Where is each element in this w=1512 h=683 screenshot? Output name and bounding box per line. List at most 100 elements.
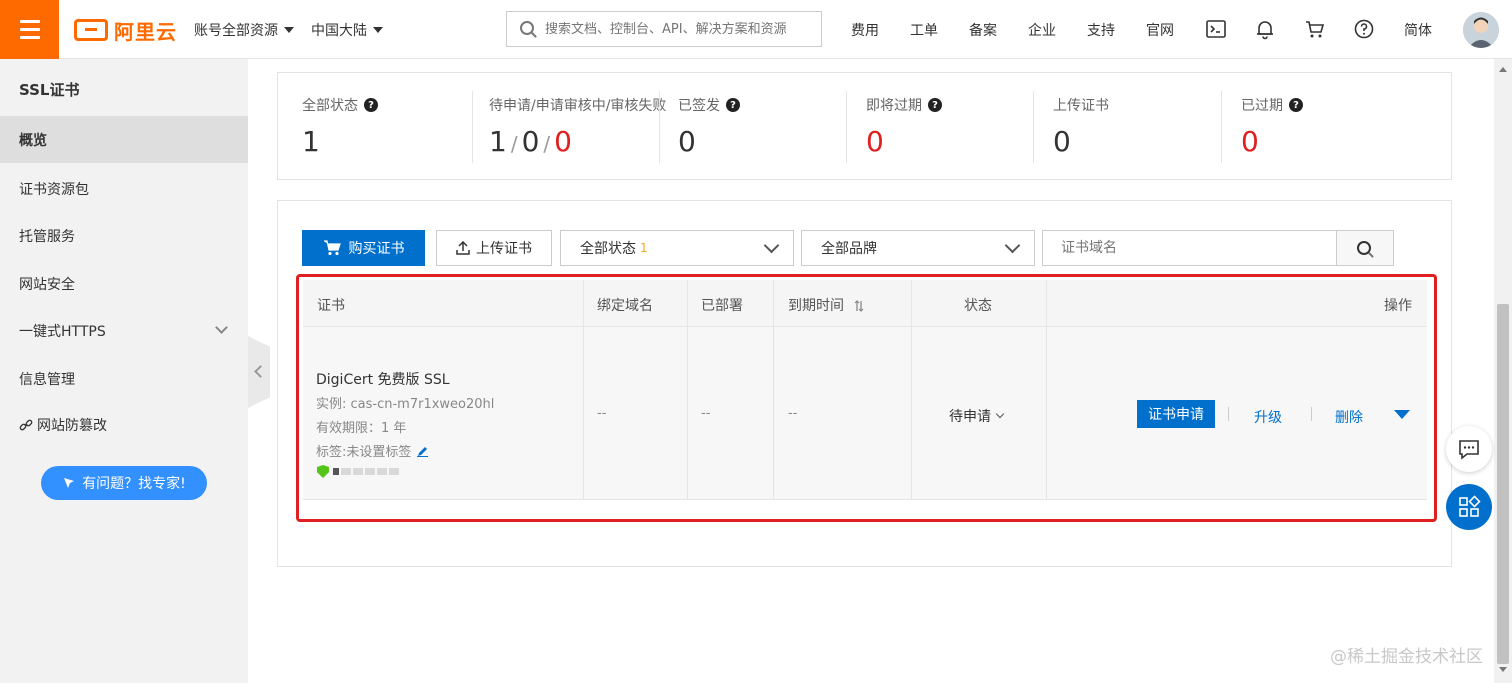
buy-certificate-button[interactable]: 购买证书	[302, 230, 425, 266]
action-separator	[1228, 407, 1229, 421]
domain-search-input[interactable]	[1042, 230, 1337, 266]
stat-issued-label: 已签发	[678, 98, 720, 114]
nav-support[interactable]: 支持	[1087, 20, 1115, 40]
sidebar-item-label: 网站防篡改	[37, 417, 107, 434]
sidebar-item-label: 托管服务	[19, 228, 75, 245]
action-separator	[1311, 407, 1312, 421]
apply-certificate-button[interactable]: 证书申请	[1137, 400, 1215, 428]
stat-expiring[interactable]: 即将过期? 0	[842, 73, 1030, 179]
sidebar-item-site-security[interactable]: 网站安全	[0, 260, 248, 307]
domain-search-button[interactable]	[1336, 230, 1394, 266]
stat-all-label: 全部状态	[302, 98, 358, 114]
sidebar-item-info-management[interactable]: 信息管理	[0, 355, 248, 402]
bell-icon[interactable]	[1254, 18, 1276, 40]
more-actions-caret-icon[interactable]	[1394, 410, 1410, 419]
nav-tickets[interactable]: 工单	[910, 20, 938, 40]
delete-link[interactable]: 删除	[1335, 407, 1363, 427]
sidebar-collapse-handle[interactable]	[248, 336, 270, 408]
col-bound-domain: 绑定域名	[597, 298, 653, 314]
scroll-up-icon[interactable]	[1499, 67, 1507, 72]
find-expert-label: 有问题？找专家!	[82, 476, 186, 492]
terminal-icon[interactable]	[1205, 18, 1227, 40]
sidebar-item-managed-service[interactable]: 托管服务	[0, 212, 248, 259]
user-avatar[interactable]	[1463, 12, 1499, 48]
upgrade-link[interactable]: 升级	[1254, 407, 1282, 427]
chevron-down-icon	[215, 321, 228, 334]
status-filter-select[interactable]: 全部状态 1	[560, 230, 794, 266]
aliyun-logo-icon	[74, 19, 108, 41]
question-icon[interactable]: ?	[1289, 98, 1303, 112]
hamburger-menu-icon[interactable]	[0, 0, 59, 59]
region-dropdown[interactable]: 中国大陆	[311, 20, 383, 40]
sidebar-item-label: 概览	[19, 132, 47, 149]
stat-failed-count: 0	[554, 125, 572, 158]
stat-all-value: 1	[302, 125, 320, 158]
global-search-input[interactable]	[545, 21, 815, 37]
sidebar-item-anti-tamper[interactable]: 网站防篡改	[0, 401, 248, 448]
chevron-down-icon	[995, 409, 1005, 419]
table-header: 证书 绑定域名 已部署 到期时间 状态 操作	[303, 280, 1427, 327]
sidebar-item-label: 网站安全	[19, 276, 75, 293]
status-filter-count: 1	[640, 241, 648, 255]
account-scope-dropdown[interactable]: 账号全部资源	[194, 20, 294, 40]
nav-icp[interactable]: 备案	[969, 20, 997, 40]
sidebar-item-one-click-https[interactable]: 一键式HTTPS	[0, 307, 248, 354]
cert-name: DigiCert 免费版 SSL	[316, 372, 450, 388]
question-icon[interactable]: ?	[928, 98, 942, 112]
chevron-down-icon	[1004, 237, 1021, 254]
shield-icon	[317, 465, 329, 478]
question-icon[interactable]: ?	[726, 98, 740, 112]
column-divider	[687, 280, 688, 500]
cert-deployed: --	[701, 406, 711, 421]
upload-certificate-button[interactable]: 上传证书	[436, 230, 552, 266]
aliyun-logo[interactable]: 阿里云	[74, 17, 177, 44]
upload-icon	[456, 241, 470, 255]
stat-all[interactable]: 全部状态? 1	[278, 73, 472, 179]
stat-expired[interactable]: 已过期? 0	[1217, 73, 1405, 179]
cert-tags[interactable]: 标签:未设置标签	[316, 441, 429, 460]
sidebar-item-cert-packages[interactable]: 证书资源包	[0, 165, 248, 212]
stat-pending-label: 待申请/申请审核中/审核失败	[489, 98, 667, 114]
sidebar-item-overview[interactable]: 概览	[0, 116, 248, 163]
stats-panel: 全部状态? 1 待申请/申请审核中/审核失败 1/0/0 已签发? 0 即将过期…	[277, 72, 1452, 180]
help-circle-icon[interactable]	[1353, 18, 1375, 40]
page-scrollbar[interactable]	[1494, 59, 1512, 683]
nav-website[interactable]: 官网	[1146, 20, 1174, 40]
cert-status: 待申请	[949, 409, 991, 425]
nav-billing[interactable]: 费用	[851, 20, 879, 40]
watermark: @稀土掘金技术社区	[1330, 647, 1483, 667]
col-expiry[interactable]: 到期时间	[788, 295, 864, 315]
cert-status-dropdown[interactable]: 待申请	[949, 406, 1005, 426]
stat-uploaded-label: 上传证书	[1053, 98, 1109, 114]
scroll-thumb[interactable]	[1497, 304, 1509, 664]
edit-icon[interactable]	[417, 446, 429, 457]
global-search[interactable]	[506, 11, 822, 47]
sidebar: SSL证书 概览 证书资源包 托管服务 网站安全 一键式HTTPS 信息管理 网…	[0, 59, 248, 683]
column-divider	[911, 280, 912, 500]
find-expert-button[interactable]: 有问题？找专家!	[41, 466, 207, 500]
stat-uploaded[interactable]: 上传证书 0	[1029, 73, 1217, 179]
col-deployed: 已部署	[701, 298, 743, 314]
scroll-down-icon[interactable]	[1499, 667, 1507, 672]
nav-enterprise[interactable]: 企业	[1028, 20, 1056, 40]
stat-pending[interactable]: 待申请/申请审核中/审核失败 1/0/0	[465, 73, 666, 179]
logo-text: 阿里云	[114, 19, 177, 44]
upload-certificate-label: 上传证书	[476, 241, 532, 257]
sort-icon[interactable]	[854, 300, 864, 312]
account-scope-label: 账号全部资源	[194, 23, 278, 39]
language-switch[interactable]: 简体	[1404, 20, 1432, 40]
stat-reviewing-count: 0	[521, 125, 540, 158]
column-divider	[583, 280, 584, 500]
table-row: DigiCert 免费版 SSL 实例: cas-cn-m7r1xweo20hl…	[303, 327, 1427, 500]
stat-issued[interactable]: 已签发? 0	[654, 73, 842, 179]
cert-progress	[317, 465, 399, 478]
question-icon[interactable]: ?	[364, 98, 378, 112]
chat-float-button[interactable]	[1446, 426, 1492, 472]
column-divider	[1046, 280, 1047, 500]
stat-uploaded-value: 0	[1053, 125, 1071, 158]
brand-filter-select[interactable]: 全部品牌	[801, 230, 1035, 266]
col-certificate: 证书	[317, 298, 345, 314]
cart-icon[interactable]	[1304, 18, 1326, 40]
stat-expired-value: 0	[1241, 125, 1259, 158]
apps-float-button[interactable]	[1446, 484, 1492, 530]
